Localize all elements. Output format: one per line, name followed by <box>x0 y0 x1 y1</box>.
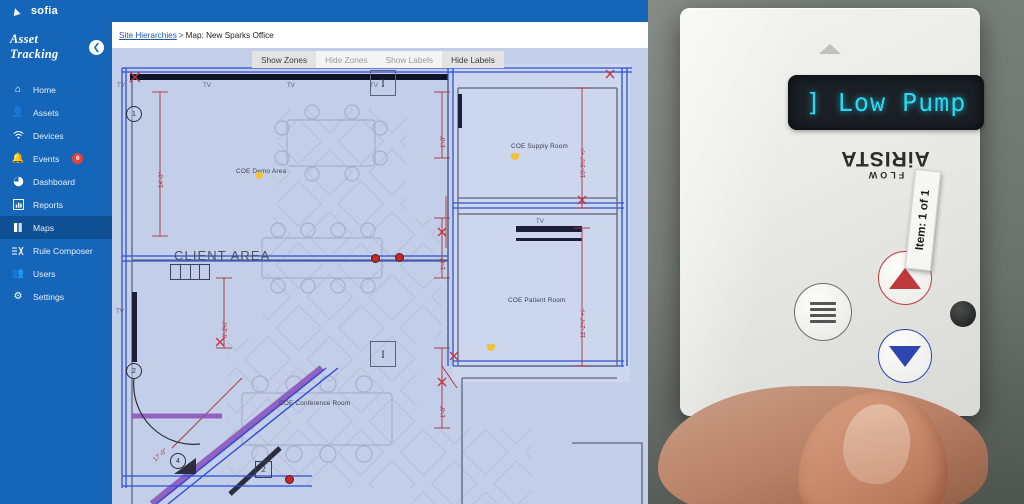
sidebar-item-label: Events <box>33 153 60 164</box>
triangle-down-icon <box>889 345 921 367</box>
sidebar-nav: ⌂ Home 👤 Assets Devices 🔔 Events 6 Dashb… <box>0 78 112 308</box>
breadcrumb-site-hierarchies[interactable]: Site Hierarchies <box>119 31 177 40</box>
sidebar-item-maps[interactable]: Maps <box>0 216 112 239</box>
device-photo: ] Low Pump FLOW AiRISTA Item: 1 of 1 <box>648 0 1024 504</box>
down-button[interactable] <box>878 329 932 383</box>
asset-pin-selected[interactable] <box>388 246 409 267</box>
callout-circle: 1 <box>126 106 142 122</box>
hide-labels-button[interactable]: Hide Labels <box>442 51 504 68</box>
client-area-label: CLIENT AREA <box>174 248 271 263</box>
menu-button[interactable] <box>794 283 852 341</box>
show-labels-button[interactable]: Show Labels <box>376 51 443 68</box>
breadcrumb-separator: > <box>178 30 184 40</box>
dimension-text: 1'-0" <box>440 405 447 418</box>
floorplan-canvas[interactable]: CLIENT AREA COE Demo Area COE Supply Roo… <box>112 48 648 504</box>
bar-chart-icon <box>12 199 24 210</box>
callout-circle: 2 <box>126 363 142 379</box>
tv-label: TV <box>116 308 124 315</box>
dimension-text: 11'-2¾" +/- <box>580 308 587 338</box>
sidebar-item-settings[interactable]: ⚙ Settings <box>0 285 112 308</box>
breadcrumb-current: Map: New Sparks Office <box>185 30 274 40</box>
show-zones-button[interactable]: Show Zones <box>252 51 317 68</box>
lcd-text: ] Low Pump <box>805 88 967 117</box>
wifi-icon <box>12 131 24 140</box>
sidebar-title: Asset Tracking <box>10 32 59 61</box>
tv-label: TV <box>203 82 211 89</box>
dimension-text: 1'-0" <box>440 135 447 148</box>
brand-main-text: AiRISTA <box>840 147 930 170</box>
item-tag-text: Item: 1 of 1 <box>913 189 933 251</box>
tv-label: TV <box>536 218 544 225</box>
sidebar-item-dashboard[interactable]: Dashboard <box>0 170 112 193</box>
brand-sub-text: FLOW <box>865 170 905 180</box>
sidebar-item-assets[interactable]: 👤 Assets <box>0 101 112 124</box>
hide-zones-button[interactable]: Hide Zones <box>316 51 377 68</box>
callout-circle: 4 <box>170 453 186 469</box>
sidebar-item-label: Maps <box>33 222 55 233</box>
bell-icon: 🔔 <box>11 152 25 164</box>
gear-icon: ⚙ <box>13 290 23 302</box>
dimension-text: 14'-0" <box>158 172 165 188</box>
users-icon: 👥 <box>11 267 25 279</box>
sidebar-item-label: Home <box>33 84 56 95</box>
sidebar-collapse-button[interactable]: ❮ <box>89 39 104 55</box>
hamburger-icon <box>810 299 836 326</box>
sidebar: Asset Tracking ❮ ⌂ Home 👤 Assets Devices <box>0 22 112 504</box>
asset-tracking-app: ▲ sofia Asset Tracking ❮ ⌂ Home 👤 Assets <box>0 0 648 504</box>
asset-pin[interactable] <box>371 254 380 263</box>
sidebar-item-label: Assets <box>33 107 59 118</box>
map-panel: Site Hierarchies > Map: New Sparks Office … <box>112 22 648 504</box>
dimension-text: 6'-2¼" <box>222 320 229 338</box>
brand-name: sofia <box>30 5 59 17</box>
sidebar-item-label: Devices <box>33 130 64 141</box>
zone-label: COE Conference Room <box>279 400 351 407</box>
pie-chart-icon <box>12 176 24 187</box>
detail-mark: I <box>370 341 396 367</box>
sidebar-item-devices[interactable]: Devices <box>0 124 112 147</box>
dimension-text: 1'-0" <box>440 257 447 270</box>
dimension-text: 10'-3½" +/- <box>580 147 587 178</box>
map-icon <box>12 222 24 233</box>
zone-label: COE Patient Room <box>508 297 566 304</box>
sidebar-item-label: Reports <box>33 199 64 210</box>
ir-sensor-dot <box>950 301 976 327</box>
sidebar-item-label: Users <box>33 268 56 279</box>
sidebar-header: Asset Tracking ❮ <box>0 22 112 72</box>
sidebar-item-users[interactable]: 👥 Users <box>0 262 112 285</box>
triangle-up-icon <box>889 267 921 289</box>
vent-triangle-icon <box>819 44 841 54</box>
lcd-display: ] Low Pump <box>788 75 984 130</box>
tv-label: TV <box>287 82 295 89</box>
sidebar-item-rule-composer[interactable]: Rule Composer <box>0 239 112 262</box>
sidebar-item-home[interactable]: ⌂ Home <box>0 78 112 101</box>
sidebar-item-events[interactable]: 🔔 Events 6 <box>0 147 112 170</box>
screenshot-root: ▲ sofia Asset Tracking ❮ ⌂ Home 👤 Assets <box>0 0 1024 504</box>
events-badge: 6 <box>72 153 84 164</box>
top-app-bar: ▲ sofia <box>0 0 648 22</box>
person-icon: 👤 <box>11 106 25 118</box>
sidebar-item-reports[interactable]: Reports <box>0 193 112 216</box>
asset-pin[interactable] <box>285 475 294 484</box>
zone-label: COE Supply Room <box>511 143 568 150</box>
detail-mark: I <box>370 70 396 96</box>
device-brand: FLOW AiRISTA <box>800 146 970 180</box>
home-icon: ⌂ <box>14 83 22 95</box>
casework-symbol <box>170 264 210 280</box>
rules-icon <box>12 246 24 256</box>
sidebar-item-label: Dashboard <box>33 176 76 187</box>
map-toolbar: Show Zones Hide Zones Show Labels Hide L… <box>252 51 504 68</box>
tv-label: TV <box>117 82 125 89</box>
wifi-node-icon: ▲ <box>8 2 25 20</box>
sidebar-item-label: Settings <box>33 291 65 302</box>
breadcrumb: Site Hierarchies > Map: New Sparks Office <box>112 22 648 48</box>
callout-box: 2 <box>255 461 272 478</box>
sidebar-item-label: Rule Composer <box>33 245 93 256</box>
